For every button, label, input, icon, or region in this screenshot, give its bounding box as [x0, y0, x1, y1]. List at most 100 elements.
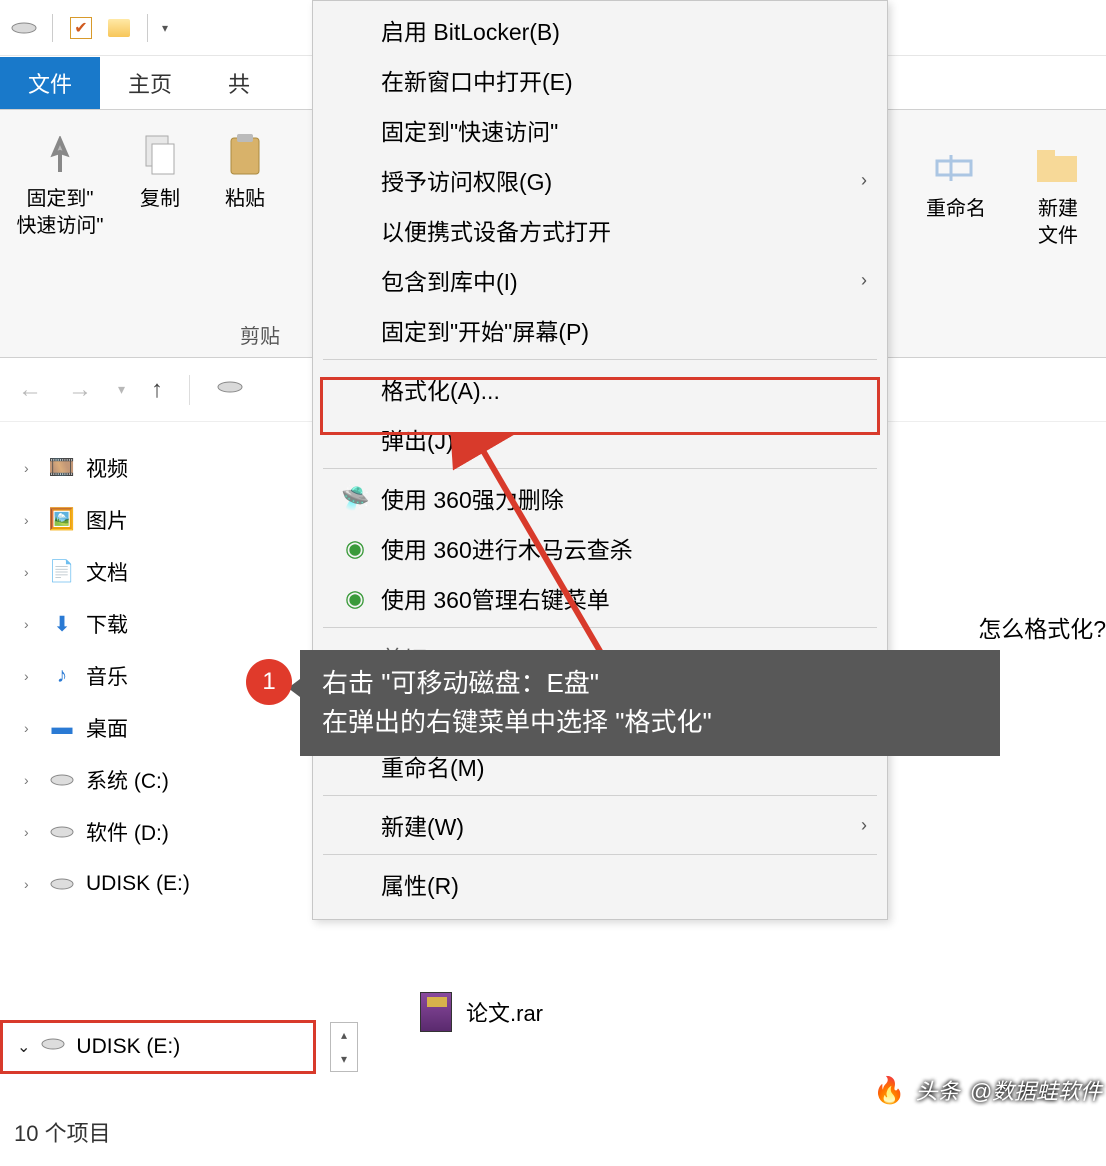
file-item[interactable]: 论文.rar: [420, 992, 543, 1032]
tab-home[interactable]: 主页: [100, 57, 200, 109]
divider: [323, 854, 877, 855]
chevron-right-icon: ›: [861, 815, 867, 836]
fire-icon: 🔥: [873, 1075, 905, 1106]
cm-label: 包含到库中(I): [381, 263, 518, 297]
pin-label: 固定到" 快速访问": [16, 186, 103, 240]
documents-icon: 📄: [48, 560, 76, 584]
properties-qat-icon[interactable]: ✔: [65, 12, 97, 44]
cm-label: 固定到"快速访问": [381, 113, 558, 147]
nav-up-icon[interactable]: ↑: [151, 376, 163, 404]
annotation-line1: 右击 "可移动磁盘：E盘": [322, 664, 978, 703]
address-drive-icon[interactable]: [216, 377, 244, 403]
tree-item-pictures[interactable]: ›🖼️图片: [14, 494, 330, 546]
chevron-right-icon: ›: [24, 616, 38, 632]
chevron-right-icon: ›: [861, 170, 867, 191]
chevron-right-icon: ›: [24, 668, 38, 684]
cm-360-scan[interactable]: ◉使用 360进行木马云查杀: [313, 523, 887, 573]
tree-item-videos[interactable]: › 🎞️ 视频: [14, 442, 330, 494]
ribbon-right: 重命名 新建 文件: [908, 130, 1106, 250]
cm-bitlocker[interactable]: 启用 BitLocker(B): [313, 5, 887, 55]
cm-label: 启用 BitLocker(B): [381, 13, 560, 47]
videos-icon: 🎞️: [48, 456, 76, 480]
rename-label: 重命名: [926, 196, 986, 223]
copy-button[interactable]: 复制: [110, 120, 210, 213]
tree-item-desktop[interactable]: › ▬ 桌面: [14, 702, 330, 754]
folder-qat-icon[interactable]: [103, 12, 135, 44]
divider: [323, 468, 877, 469]
cm-open-new-window[interactable]: 在新窗口中打开(E): [313, 55, 887, 105]
cm-pin-quick[interactable]: 固定到"快速访问": [313, 105, 887, 155]
cm-properties[interactable]: 属性(R): [313, 859, 887, 909]
tree-label: UDISK (E:): [76, 1035, 180, 1059]
tree-label: 软件 (D:): [86, 817, 169, 847]
tree-label: 视频: [86, 453, 128, 483]
chevron-right-icon: ›: [24, 720, 38, 736]
cm-new[interactable]: 新建(W)›: [313, 800, 887, 850]
cm-grant-access[interactable]: 授予访问权限(G) ›: [313, 155, 887, 205]
cm-label: 使用 360强力删除: [381, 481, 564, 515]
music-icon: ♪: [48, 664, 76, 688]
cm-label: 在新窗口中打开(E): [381, 63, 573, 97]
pin-quick-access-button[interactable]: 固定到" 快速访问": [10, 120, 110, 240]
qat-dropdown-icon[interactable]: ▾: [162, 21, 168, 35]
drive-icon: [48, 771, 76, 789]
annotation-line2: 在弹出的右键菜单中选择 "格式化": [322, 703, 978, 742]
watermark-prefix: 头条: [916, 1074, 960, 1106]
tree-item-downloads[interactable]: ›⬇下载: [14, 598, 330, 650]
newfolder-button[interactable]: 新建 文件: [1010, 130, 1106, 250]
tab-file[interactable]: 文件: [0, 57, 100, 109]
rar-icon: [420, 992, 452, 1032]
360-icon: ◉: [341, 535, 369, 562]
chevron-right-icon: ›: [24, 824, 38, 840]
cm-360-menu[interactable]: ◉使用 360管理右键菜单: [313, 573, 887, 623]
annotation-badge: 1: [246, 659, 292, 705]
rename-button[interactable]: 重命名: [908, 130, 1004, 250]
cm-eject[interactable]: 弹出(J): [313, 414, 887, 464]
divider: [323, 359, 877, 360]
file-name: 论文.rar: [466, 996, 543, 1028]
cm-label: 授予访问权限(G): [381, 163, 552, 197]
tree-item-drive-e[interactable]: ›UDISK (E:): [14, 858, 330, 910]
tree-label: 系统 (C:): [86, 765, 169, 795]
cm-360-delete[interactable]: 🛸 使用 360强力删除: [313, 473, 887, 523]
cm-label: 固定到"开始"屏幕(P): [381, 313, 589, 347]
scroll-down-icon[interactable]: ▾: [331, 1047, 357, 1071]
cm-format[interactable]: 格式化(A)...: [313, 364, 887, 414]
cm-pin-start[interactable]: 固定到"开始"屏幕(P): [313, 305, 887, 355]
tree-item-drive-d[interactable]: › 软件 (D:): [14, 806, 330, 858]
pin-icon: [40, 126, 80, 186]
desktop-icon: ▬: [48, 716, 76, 740]
chevron-down-icon: ⌄: [17, 1037, 30, 1057]
drive-icon: [8, 12, 40, 44]
cm-label: 以便携式设备方式打开: [381, 213, 611, 247]
nav-back-icon[interactable]: ←: [18, 376, 42, 404]
drive-icon: [48, 823, 76, 841]
watermark-author: @数据蛙软件: [970, 1074, 1102, 1106]
chevron-right-icon: ›: [24, 564, 38, 580]
nav-history-icon[interactable]: ▾: [118, 381, 125, 398]
divider: [323, 795, 877, 796]
cm-open-portable[interactable]: 以便携式设备方式打开: [313, 205, 887, 255]
divider: [52, 14, 53, 42]
360-icon: 🛸: [341, 485, 369, 512]
drive-icon: [48, 875, 76, 893]
cm-label: 弹出(J): [381, 422, 454, 456]
360-icon: ◉: [341, 585, 369, 612]
tree-scroll[interactable]: ▴▾: [330, 1022, 358, 1072]
tree-item-drive-e-selected[interactable]: ⌄ UDISK (E:): [0, 1020, 316, 1074]
cm-include-library[interactable]: 包含到库中(I)›: [313, 255, 887, 305]
paste-button[interactable]: 粘贴: [210, 120, 280, 213]
cm-label: 属性(R): [381, 867, 459, 901]
chevron-right-icon: ›: [24, 460, 38, 476]
tree-item-drive-c[interactable]: ›系统 (C:): [14, 754, 330, 806]
tree-label: 文档: [86, 557, 128, 587]
tree-label: 桌面: [86, 713, 128, 743]
annotation-callout: 右击 "可移动磁盘：E盘" 在弹出的右键菜单中选择 "格式化": [300, 650, 1000, 756]
background-text: 怎么格式化?: [978, 610, 1106, 644]
ribbon-section-clipboard: 剪贴: [240, 320, 280, 349]
scroll-up-icon[interactable]: ▴: [331, 1023, 357, 1047]
chevron-right-icon: ›: [24, 876, 38, 892]
tab-share[interactable]: 共: [200, 57, 278, 109]
tree-item-documents[interactable]: › 📄 文档: [14, 546, 330, 598]
tree-label: 下载: [86, 609, 128, 639]
